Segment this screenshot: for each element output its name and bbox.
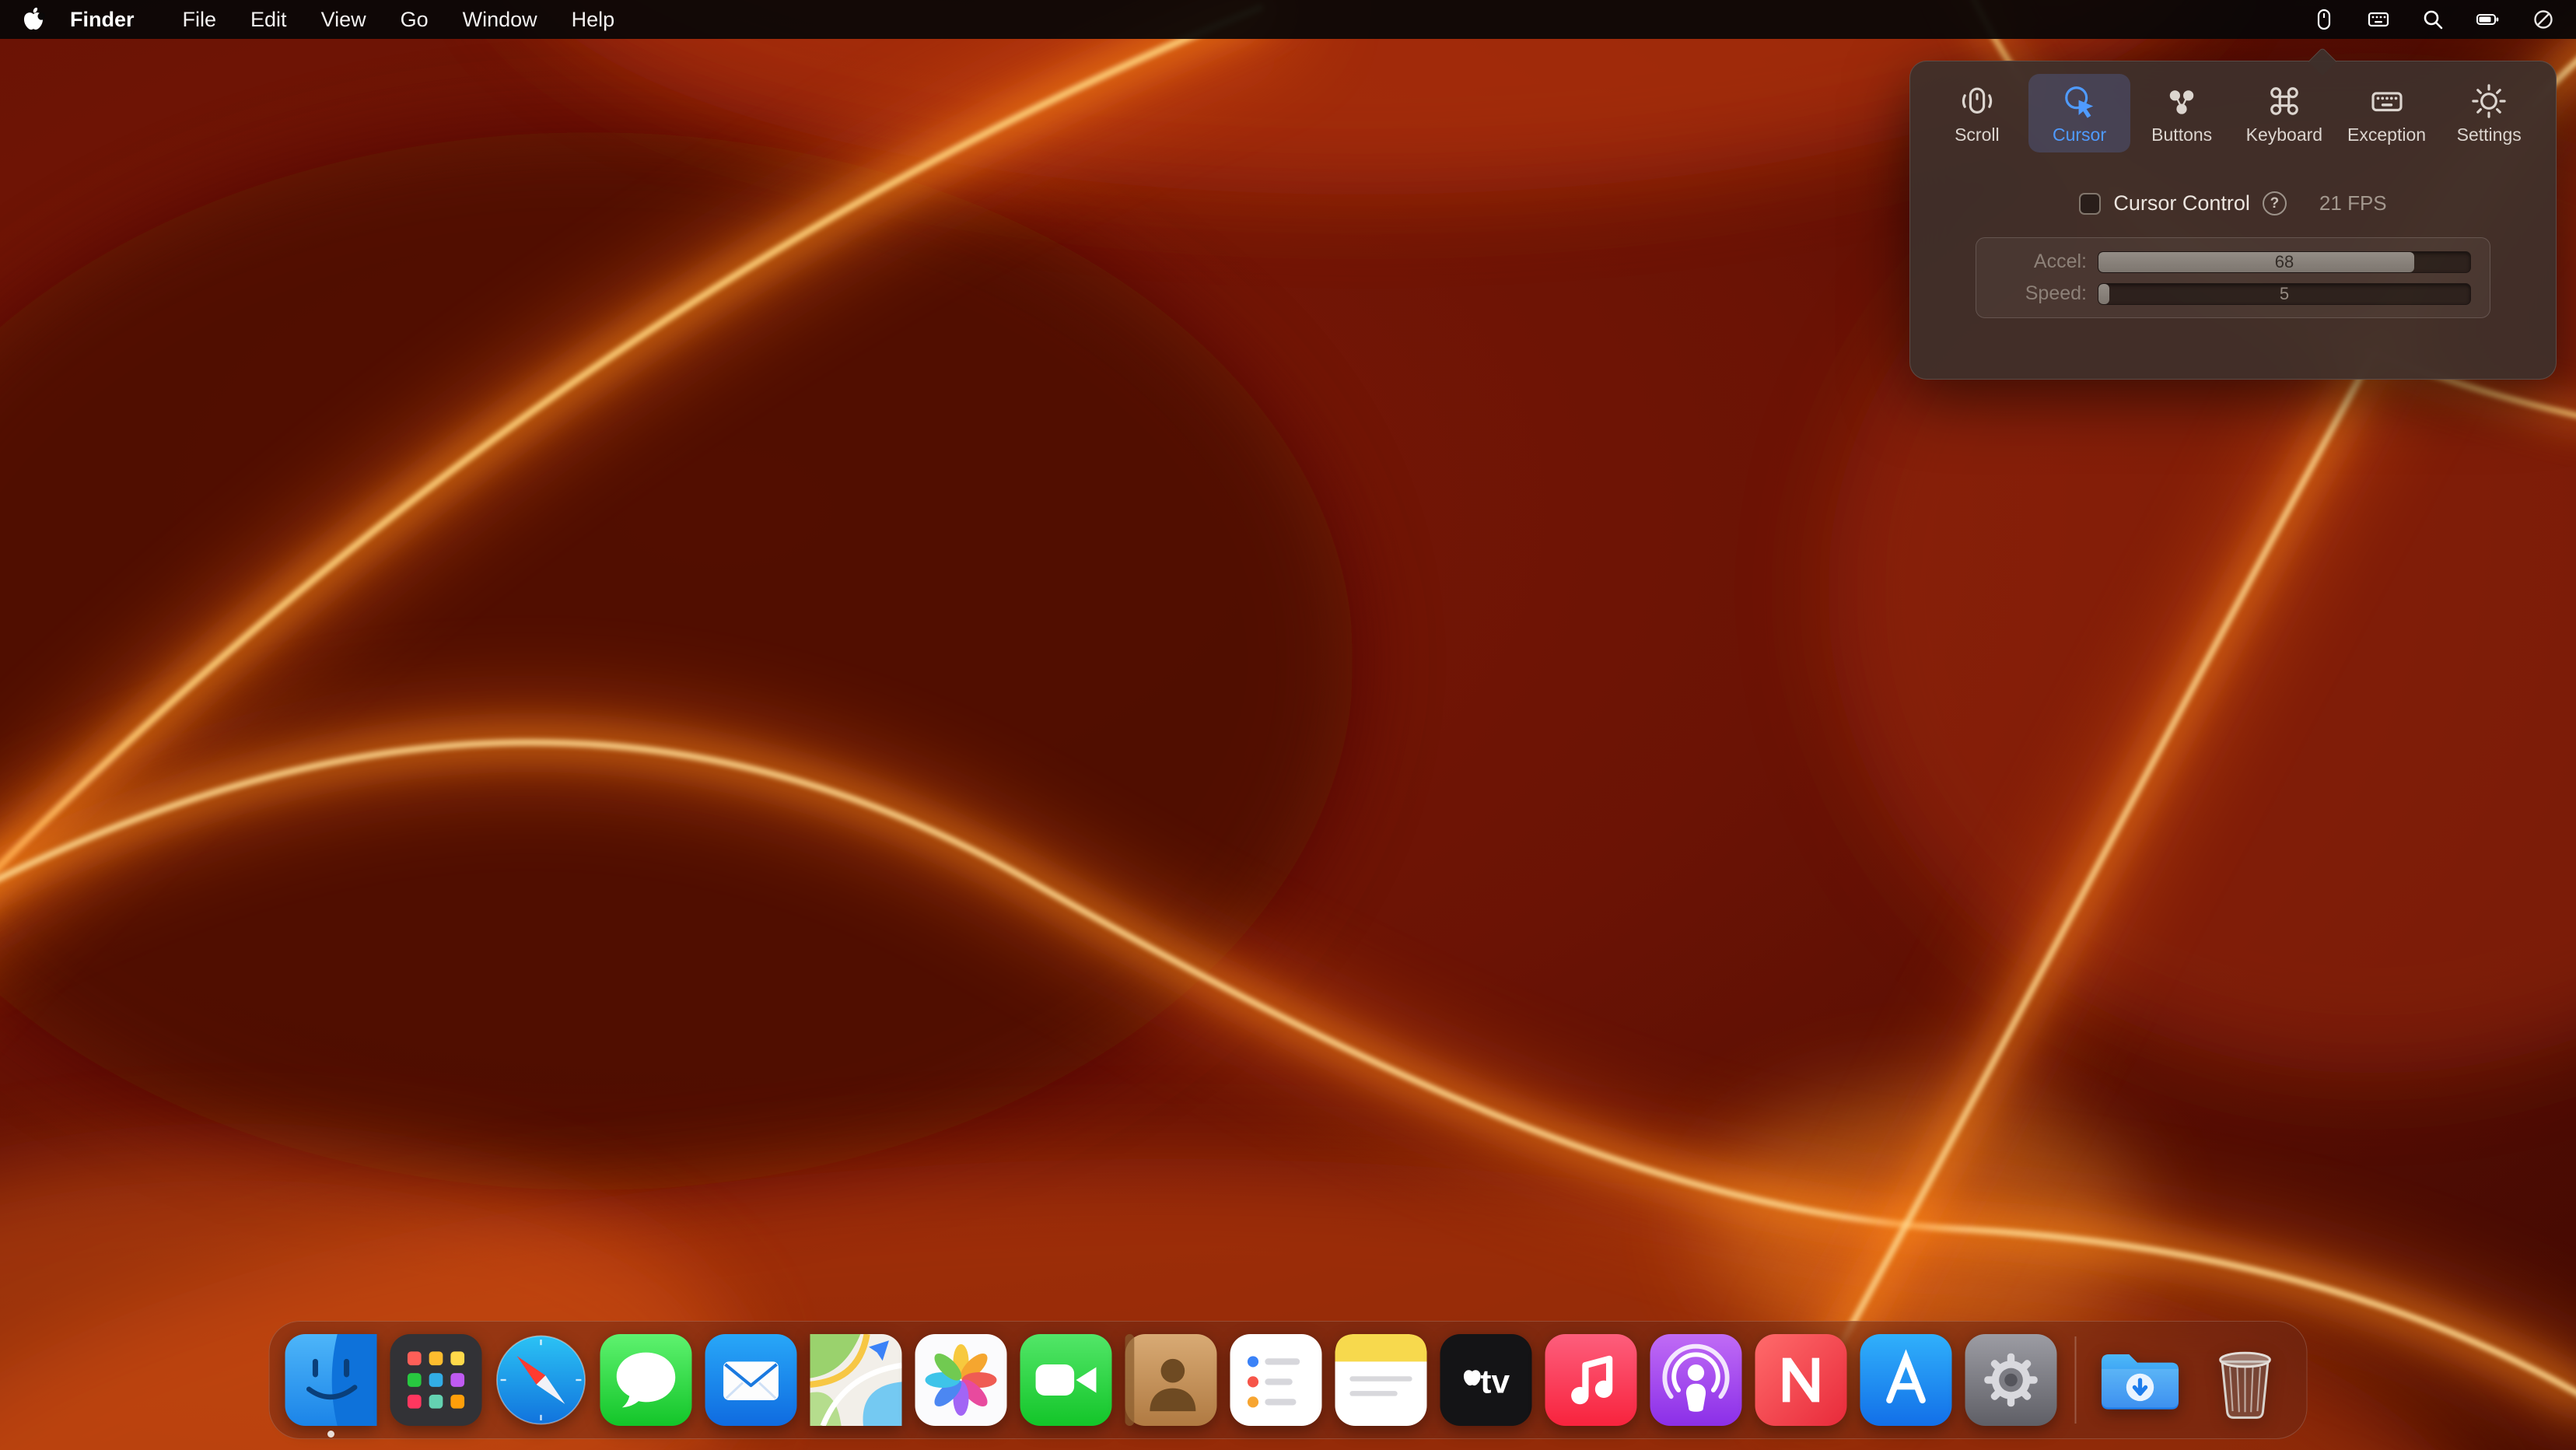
menu-bar-left: Finder File Edit View Go Window Help	[20, 5, 632, 33]
help-icon[interactable]: ?	[2263, 191, 2287, 215]
trash-icon	[2200, 1334, 2291, 1426]
dock-item-appstore[interactable]	[1860, 1334, 1952, 1426]
active-app-name[interactable]: Finder	[70, 8, 135, 32]
dock-item-messages[interactable]	[600, 1334, 692, 1426]
accel-slider[interactable]: 68	[2098, 251, 2471, 273]
dock-item-reminders[interactable]	[1230, 1334, 1322, 1426]
accel-value: 68	[2098, 252, 2470, 272]
system-settings-icon	[1965, 1334, 2057, 1426]
finder-running-indicator	[327, 1431, 334, 1438]
tab-exception[interactable]: Exception	[2336, 74, 2438, 152]
tab-exception-label: Exception	[2347, 124, 2426, 145]
speed-slider[interactable]: 5	[2098, 283, 2471, 305]
menu-go[interactable]: Go	[383, 8, 446, 32]
spotlight-search-icon[interactable]	[2420, 7, 2445, 32]
gear-icon	[2471, 83, 2507, 119]
tab-settings[interactable]: Settings	[2438, 74, 2540, 152]
news-icon	[1755, 1334, 1847, 1426]
dock-item-news[interactable]	[1755, 1334, 1847, 1426]
dock-item-tv[interactable]: tv	[1440, 1334, 1532, 1426]
safari-icon	[495, 1334, 587, 1426]
dock-item-system-settings[interactable]	[1965, 1334, 2057, 1426]
dock-item-music[interactable]	[1545, 1334, 1637, 1426]
cursor-icon	[2062, 83, 2098, 119]
dock-item-downloads[interactable]	[2095, 1334, 2186, 1426]
tab-keyboard[interactable]: Keyboard	[2233, 74, 2336, 152]
launchpad-icon	[390, 1334, 482, 1426]
menu-view[interactable]: View	[304, 8, 383, 32]
maps-icon	[810, 1334, 902, 1426]
dock-item-mail[interactable]	[705, 1334, 797, 1426]
podcasts-icon	[1650, 1334, 1742, 1426]
downloads-folder-icon	[2095, 1334, 2186, 1426]
cursor-settings-groupbox: Accel: 68 Speed: 5	[1976, 237, 2490, 318]
mouse-utility-icon[interactable]	[2312, 7, 2336, 32]
tab-keyboard-label: Keyboard	[2246, 124, 2322, 145]
tab-settings-label: Settings	[2457, 124, 2522, 145]
mouse-utility-popover: Scroll Cursor Buttons Keyboard	[1909, 61, 2557, 380]
accel-row: Accel: 68	[1995, 250, 2471, 273]
menu-window[interactable]: Window	[446, 8, 555, 32]
fps-readout: 21 FPS	[2319, 191, 2387, 215]
dock-item-maps[interactable]	[810, 1334, 902, 1426]
battery-icon[interactable]	[2475, 7, 2501, 32]
cursor-control-checkbox[interactable]	[2079, 193, 2101, 215]
photos-icon	[915, 1334, 1007, 1426]
dock-item-finder[interactable]	[285, 1334, 377, 1426]
speed-label: Speed:	[1995, 282, 2087, 305]
cursor-control-label: Cursor Control	[2113, 191, 2250, 215]
tab-cursor[interactable]: Cursor	[2028, 74, 2131, 152]
buttons-icon	[2164, 83, 2200, 119]
facetime-icon	[1020, 1334, 1112, 1426]
dock: tv	[269, 1321, 2308, 1439]
finder-icon	[285, 1334, 377, 1426]
notes-icon	[1335, 1334, 1427, 1426]
menu-bar-status-area	[2312, 7, 2556, 32]
reminders-icon	[1230, 1334, 1322, 1426]
dock-item-safari[interactable]	[495, 1334, 587, 1426]
menu-help[interactable]: Help	[555, 8, 632, 32]
tv-logo-text: tv	[1480, 1364, 1510, 1401]
accel-label: Accel:	[1995, 250, 2087, 273]
keyboard-icon	[2369, 83, 2405, 119]
dock-item-photos[interactable]	[915, 1334, 1007, 1426]
dock-item-facetime[interactable]	[1020, 1334, 1112, 1426]
popover-tab-bar: Scroll Cursor Buttons Keyboard	[1926, 74, 2540, 152]
contacts-icon	[1125, 1334, 1217, 1426]
dock-item-podcasts[interactable]	[1650, 1334, 1742, 1426]
dock-item-launchpad[interactable]	[390, 1334, 482, 1426]
speed-row: Speed: 5	[1995, 282, 2471, 305]
dock-separator	[2075, 1336, 2077, 1424]
dock-item-notes[interactable]	[1335, 1334, 1427, 1426]
speed-value: 5	[2098, 284, 2470, 304]
messages-icon	[600, 1334, 692, 1426]
tab-buttons-label: Buttons	[2151, 124, 2212, 145]
tab-scroll-label: Scroll	[1955, 124, 2000, 145]
apple-tv-icon: tv	[1440, 1334, 1532, 1426]
tab-scroll[interactable]: Scroll	[1926, 74, 2028, 152]
mail-icon	[705, 1334, 797, 1426]
app-store-icon	[1860, 1334, 1952, 1426]
do-not-disturb-icon[interactable]	[2531, 7, 2556, 32]
cursor-control-row: Cursor Control ? 21 FPS	[1926, 191, 2540, 215]
menu-file[interactable]: File	[166, 8, 234, 32]
input-source-icon[interactable]	[2366, 7, 2391, 32]
tab-buttons[interactable]: Buttons	[2130, 74, 2233, 152]
music-icon	[1545, 1334, 1637, 1426]
menu-edit[interactable]: Edit	[233, 8, 304, 32]
menu-bar: Finder File Edit View Go Window Help	[0, 0, 2576, 39]
apple-menu-icon[interactable]	[20, 5, 48, 33]
dock-item-trash[interactable]	[2200, 1334, 2291, 1426]
command-icon	[2266, 83, 2302, 119]
scroll-icon	[1959, 83, 1995, 119]
tab-cursor-label: Cursor	[2053, 124, 2106, 145]
dock-item-contacts[interactable]	[1125, 1334, 1217, 1426]
